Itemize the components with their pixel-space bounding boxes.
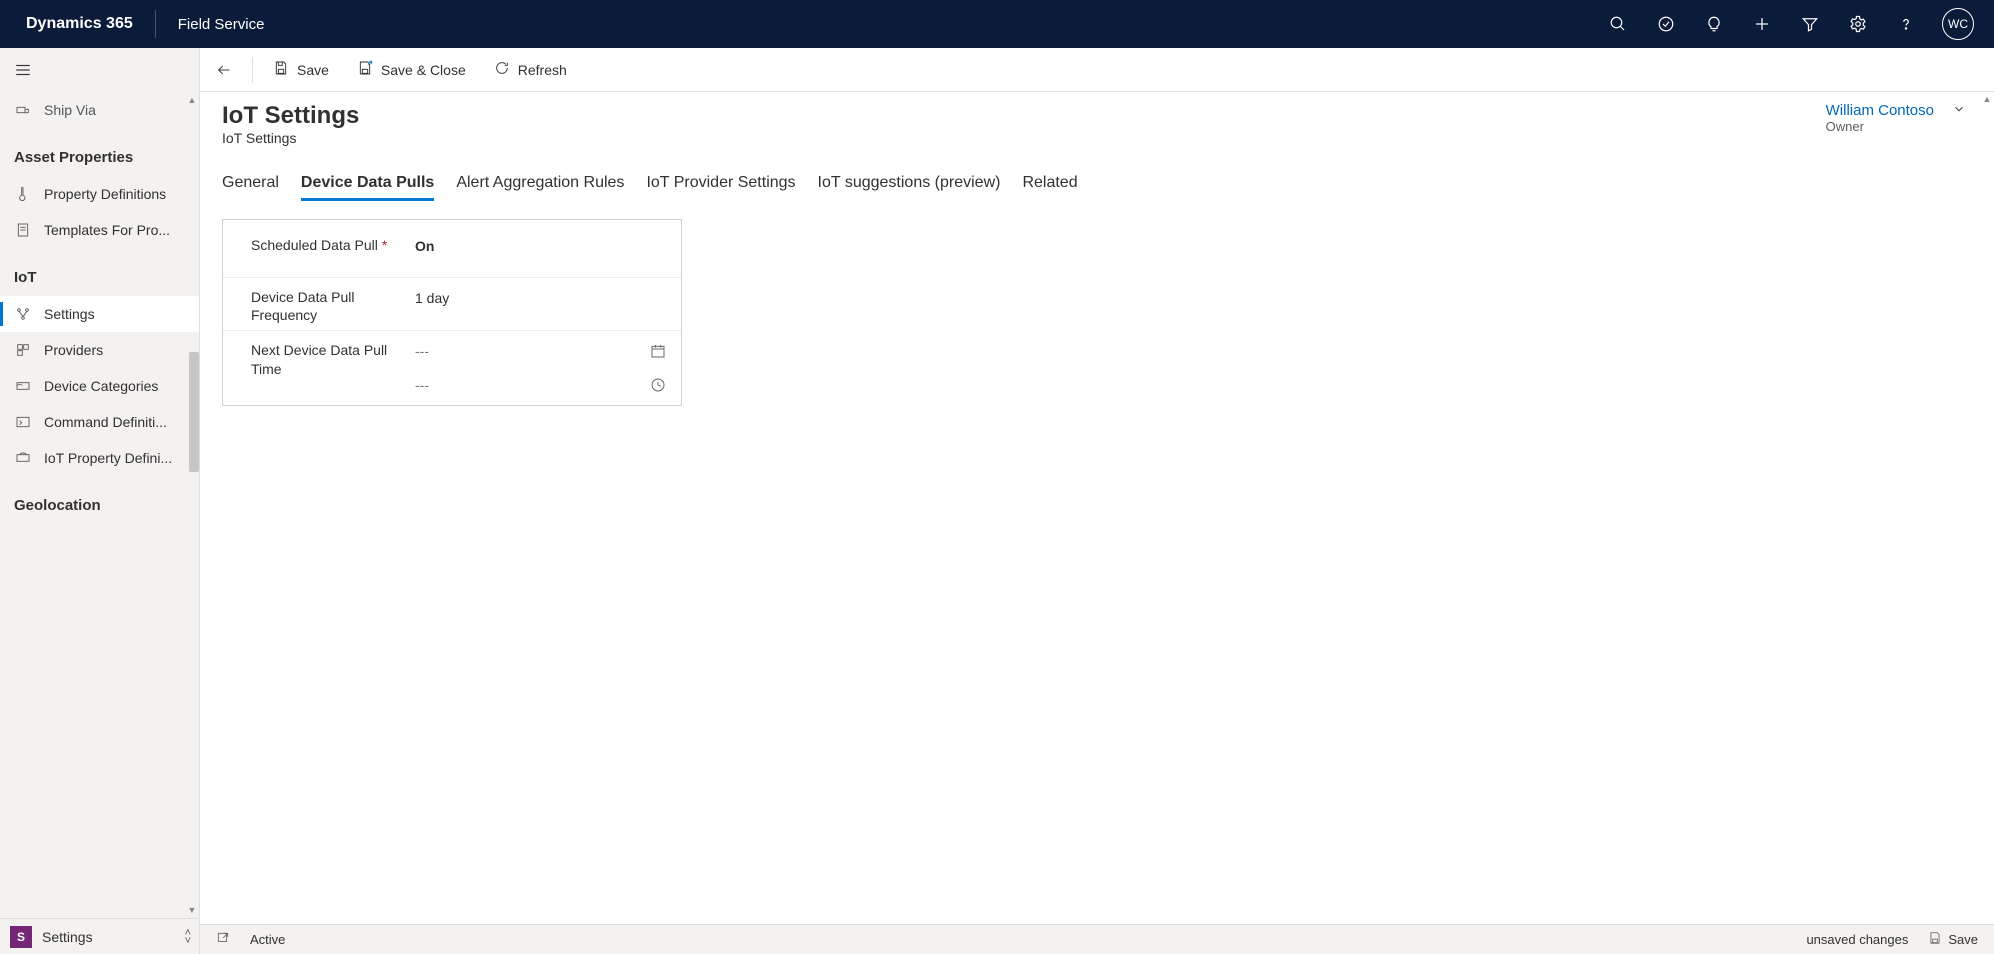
- lightbulb-icon[interactable]: [1690, 0, 1738, 48]
- app-name[interactable]: Field Service: [160, 16, 283, 33]
- form-card: Scheduled Data Pull * On Device Data Pul…: [222, 219, 682, 406]
- popout-icon[interactable]: [216, 931, 230, 948]
- tab-alert-aggregation[interactable]: Alert Aggregation Rules: [456, 168, 624, 201]
- command-icon: [14, 413, 32, 431]
- row-next-pull-time: Next Device Data Pull Time: [223, 331, 681, 399]
- product-logo[interactable]: Dynamics 365: [8, 15, 151, 33]
- sidebar-area-switcher[interactable]: S Settings ˄˅: [0, 918, 199, 954]
- statusbar-save-button[interactable]: Save: [1928, 931, 1978, 948]
- thermometer-icon: [14, 185, 32, 203]
- owner-block[interactable]: William Contoso Owner: [1826, 102, 1944, 134]
- sidebar-item-label: Templates For Pro...: [44, 222, 170, 238]
- gear-icon[interactable]: [1834, 0, 1882, 48]
- content: ▲ IoT Settings IoT Settings William Cont…: [200, 92, 1994, 924]
- sidebar-group-iot: IoT: [0, 262, 199, 292]
- template-icon: [14, 221, 32, 239]
- status-bar: Active unsaved changes Save: [200, 924, 1994, 954]
- clock-icon[interactable]: [649, 377, 667, 393]
- task-icon[interactable]: [1642, 0, 1690, 48]
- main-scroll-up[interactable]: ▲: [1980, 94, 1994, 104]
- page-title: IoT Settings: [222, 102, 359, 130]
- page-subtitle: IoT Settings: [222, 130, 359, 146]
- sidebar-item-label: Settings: [44, 306, 95, 322]
- user-avatar[interactable]: WC: [1942, 8, 1974, 40]
- sidebar: ▲ Ship Via Asset Properties Property Def…: [0, 48, 200, 954]
- refresh-icon: [494, 60, 510, 79]
- sidebar-item-iot-property-definitions[interactable]: IoT Property Defini...: [0, 440, 199, 476]
- sidebar-item-property-definitions[interactable]: Property Definitions: [0, 176, 199, 212]
- sidebar-item-templates[interactable]: Templates For Pro...: [0, 212, 199, 248]
- field-label: Next Device Data Pull Time: [251, 341, 407, 377]
- sidebar-item-label: Providers: [44, 342, 103, 358]
- sidebar-item-label: IoT Property Defini...: [44, 450, 172, 466]
- device-categories-icon: [14, 377, 32, 395]
- header-divider: [155, 10, 156, 38]
- help-icon[interactable]: [1882, 0, 1930, 48]
- tab-iot-provider-settings[interactable]: IoT Provider Settings: [646, 168, 795, 201]
- row-data-pull-frequency: Device Data Pull Frequency 1 day: [223, 278, 681, 331]
- sidebar-item-device-categories[interactable]: Device Categories: [0, 368, 199, 404]
- search-icon[interactable]: [1594, 0, 1642, 48]
- chevron-down-icon: [1952, 102, 1966, 116]
- required-marker: *: [382, 236, 387, 254]
- owner-link[interactable]: William Contoso: [1826, 102, 1934, 119]
- area-badge: S: [10, 926, 32, 948]
- next-pull-time-input[interactable]: [415, 377, 641, 393]
- scheduled-data-pull-value[interactable]: On: [415, 238, 434, 254]
- main-area: Save Save & Close Refresh ▲ IoT Settings…: [200, 48, 1994, 954]
- owner-label: Owner: [1826, 119, 1934, 134]
- cmd-separator: [252, 57, 253, 83]
- save-icon: [1928, 931, 1942, 948]
- iot-property-icon: [14, 449, 32, 467]
- add-icon[interactable]: [1738, 0, 1786, 48]
- sidebar-scroll-down[interactable]: ▼: [185, 902, 199, 918]
- tab-iot-suggestions[interactable]: IoT suggestions (preview): [818, 168, 1001, 201]
- hamburger-icon[interactable]: [0, 48, 199, 92]
- tab-related[interactable]: Related: [1022, 168, 1077, 201]
- field-label: Device Data Pull Frequency: [251, 288, 407, 324]
- record-status: Active: [250, 932, 285, 947]
- sidebar-item-command-definitions[interactable]: Command Definiti...: [0, 404, 199, 440]
- tab-bar: General Device Data Pulls Alert Aggregat…: [222, 168, 1974, 201]
- sidebar-scrollbar-thumb[interactable]: [189, 352, 199, 472]
- global-header: Dynamics 365 Field Service WC: [0, 0, 1994, 48]
- field-label: Scheduled Data Pull: [251, 236, 378, 254]
- sidebar-item-shipvia[interactable]: Ship Via: [0, 92, 199, 128]
- next-pull-date-input[interactable]: [415, 343, 641, 359]
- save-close-button[interactable]: Save & Close: [345, 48, 478, 92]
- save-close-icon: [357, 60, 373, 79]
- sidebar-item-label: Ship Via: [44, 102, 96, 118]
- sidebar-item-iot-settings[interactable]: Settings: [0, 296, 199, 332]
- sidebar-group-geolocation: Geolocation: [0, 490, 199, 520]
- refresh-button[interactable]: Refresh: [482, 48, 579, 92]
- calendar-icon[interactable]: [649, 343, 667, 359]
- sidebar-item-label: Command Definiti...: [44, 414, 167, 430]
- tab-general[interactable]: General: [222, 168, 279, 201]
- shipvia-icon: [14, 101, 32, 119]
- sidebar-item-label: Device Categories: [44, 378, 158, 394]
- command-bar: Save Save & Close Refresh: [200, 48, 1994, 92]
- header-expand-button[interactable]: [1944, 102, 1974, 116]
- area-label: Settings: [42, 929, 93, 945]
- arrow-left-icon: [216, 62, 232, 78]
- save-close-label: Save & Close: [381, 62, 466, 78]
- save-label: Save: [297, 62, 329, 78]
- refresh-label: Refresh: [518, 62, 567, 78]
- save-button[interactable]: Save: [261, 48, 341, 92]
- title-bar: IoT Settings IoT Settings William Contos…: [222, 102, 1974, 146]
- row-scheduled-data-pull: Scheduled Data Pull * On: [223, 226, 681, 278]
- filter-icon[interactable]: [1786, 0, 1834, 48]
- settings-icon: [14, 305, 32, 323]
- save-icon: [273, 60, 289, 79]
- providers-icon: [14, 341, 32, 359]
- statusbar-save-label: Save: [1948, 932, 1978, 947]
- data-pull-frequency-value[interactable]: 1 day: [415, 290, 449, 306]
- tab-device-data-pulls[interactable]: Device Data Pulls: [301, 168, 434, 201]
- back-button[interactable]: [204, 48, 244, 92]
- sidebar-item-providers[interactable]: Providers: [0, 332, 199, 368]
- updown-icon: ˄˅: [185, 929, 191, 945]
- sidebar-item-label: Property Definitions: [44, 186, 166, 202]
- sidebar-group-asset-properties: Asset Properties: [0, 142, 199, 172]
- unsaved-changes-label: unsaved changes: [1806, 932, 1908, 947]
